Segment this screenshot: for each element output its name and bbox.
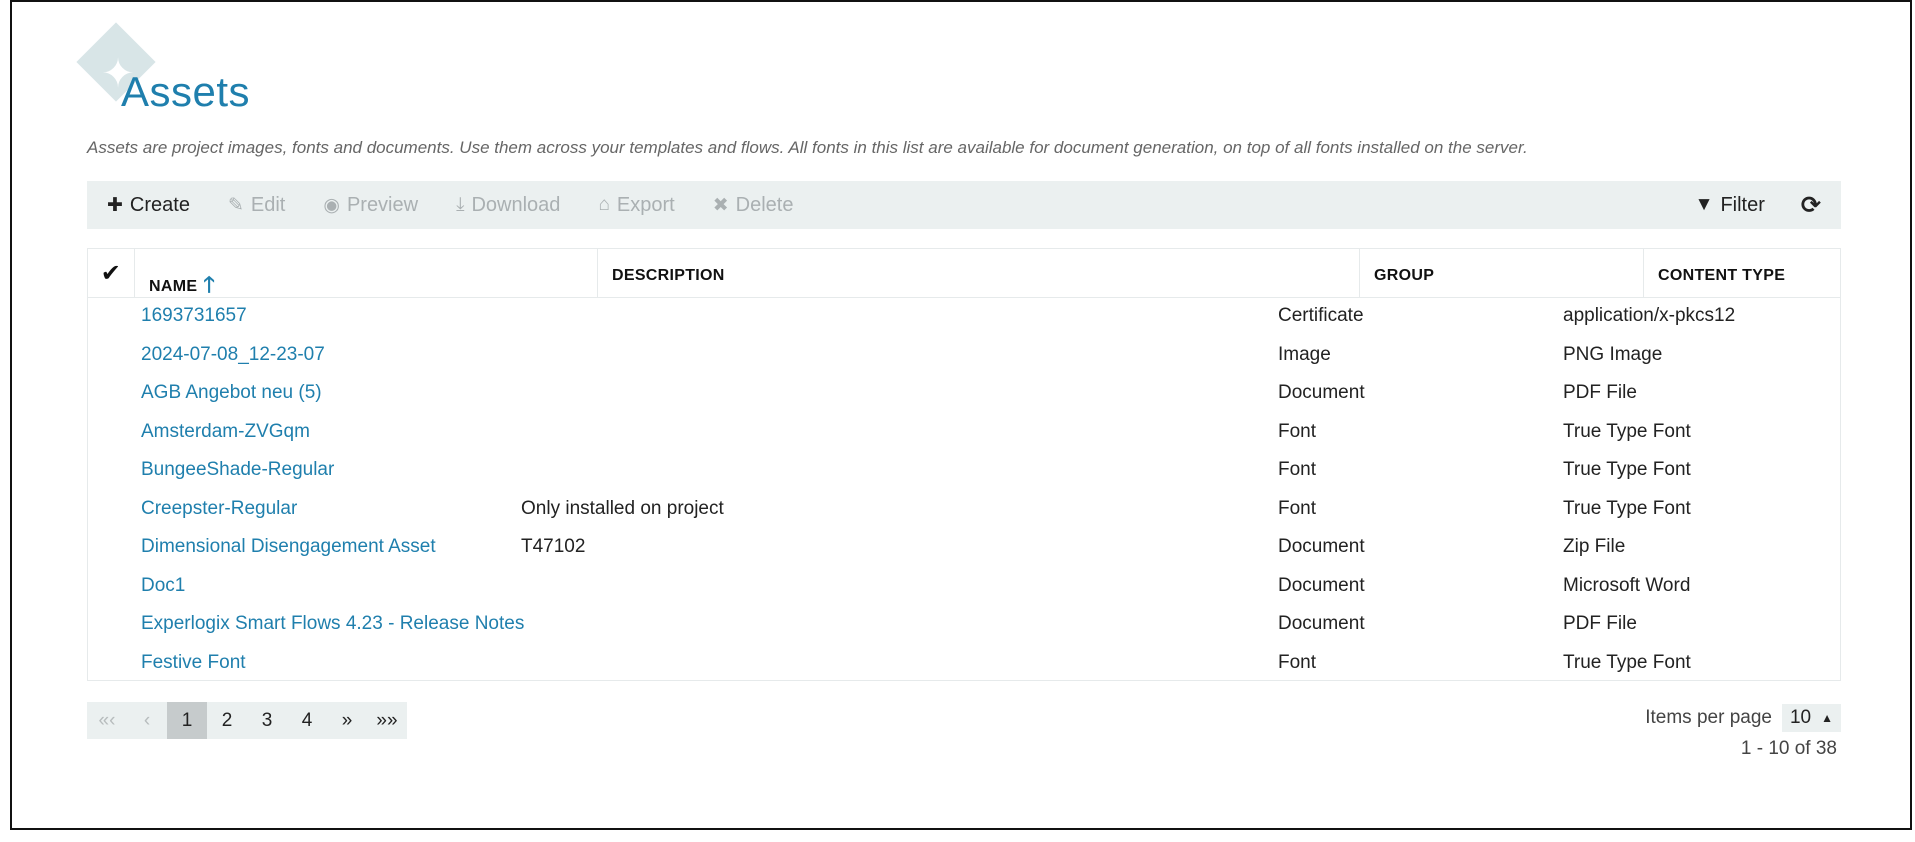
first-page-button[interactable]: «‹	[87, 702, 127, 739]
edit-label: Edit	[250, 193, 286, 216]
column-header-name[interactable]: NAME 🡑	[134, 249, 597, 297]
table-row[interactable]: Creepster-Regular Only installed on proj…	[88, 491, 1840, 530]
eye-icon: ◉	[323, 194, 340, 216]
column-header-group[interactable]: GROUP	[1359, 249, 1643, 297]
table-row[interactable]: Amsterdam-ZVGqm Font True Type Font	[88, 414, 1840, 453]
asset-group: Font	[1278, 497, 1317, 519]
edit-button[interactable]: ✎ Edit	[228, 194, 285, 217]
column-header-content-type-label: CONTENT TYPE	[1658, 267, 1786, 284]
export-label: Export	[616, 193, 675, 216]
table-row[interactable]: 1693731657 Certificate application/x-pkc…	[88, 298, 1840, 337]
asset-group: Document	[1278, 382, 1365, 403]
asset-name-link[interactable]: 1693731657	[141, 305, 596, 327]
page-description: Assets are project images, fonts and doc…	[87, 138, 1528, 157]
asset-name-link[interactable]: Doc1	[141, 575, 596, 597]
asset-group: Document	[1278, 613, 1365, 634]
page-button-2[interactable]: 2	[207, 702, 247, 739]
export-button[interactable]: ⌂ Export	[598, 194, 674, 217]
asset-content-type: PNG Image	[1563, 343, 1663, 365]
last-page-button[interactable]: »»	[367, 702, 407, 739]
asset-description: T47102	[521, 536, 586, 557]
asset-name-link[interactable]: Experlogix Smart Flows 4.23 - Release No…	[141, 613, 596, 635]
asset-content-type: PDF File	[1563, 613, 1637, 634]
preview-button[interactable]: ◉ Preview	[323, 194, 418, 217]
export-icon: ⌂	[598, 194, 610, 215]
table-header: ✔ NAME 🡑 DESCRIPTION GROUP CONTENT TYPE	[88, 249, 1840, 298]
asset-group: Image	[1278, 343, 1331, 365]
asset-description: Only installed on project	[521, 497, 724, 519]
delete-button[interactable]: ✖ Delete	[713, 194, 794, 217]
select-all-checkbox[interactable]: ✔	[88, 249, 134, 297]
caret-up-icon: ▲	[1821, 711, 1833, 725]
column-header-content-type[interactable]: CONTENT TYPE	[1643, 249, 1840, 297]
toolbar: ✚ Create ✎ Edit ◉ Preview ⤓ Download ⌂ E…	[87, 181, 1841, 229]
toolbar-right: ▼ Filter ⟳	[1695, 191, 1841, 220]
asset-content-type: Zip File	[1563, 536, 1626, 557]
asset-content-type: True Type Font	[1563, 420, 1691, 442]
asset-name-link[interactable]: AGB Angebot neu (5)	[141, 382, 596, 404]
items-per-page-select[interactable]: 10 ▲	[1781, 704, 1841, 732]
column-header-description-label: DESCRIPTION	[612, 267, 725, 284]
next-page-button[interactable]: »	[327, 702, 367, 739]
create-label: Create	[129, 193, 190, 216]
refresh-icon[interactable]: ⟳	[1801, 191, 1821, 220]
download-icon: ⤓	[456, 194, 465, 215]
create-button[interactable]: ✚ Create	[107, 194, 190, 217]
asset-content-type: PDF File	[1563, 382, 1637, 403]
table-row[interactable]: Doc1 Document Microsoft Word	[88, 568, 1840, 607]
arrow-up-icon: 🡑	[203, 272, 216, 297]
filter-label: Filter	[1720, 193, 1765, 216]
asset-group: Font	[1278, 459, 1317, 480]
column-header-description[interactable]: DESCRIPTION	[597, 249, 1359, 297]
asset-content-type: True Type Font	[1563, 459, 1691, 480]
page-button-3[interactable]: 3	[247, 702, 287, 739]
plus-icon: ✚	[107, 194, 123, 216]
delete-label: Delete	[735, 193, 794, 216]
asset-group: Font	[1278, 651, 1317, 673]
funnel-icon: ▼	[1694, 194, 1714, 215]
download-label: Download	[471, 193, 561, 216]
page-button-1[interactable]: 1	[167, 702, 207, 739]
page-button-4[interactable]: 4	[287, 702, 327, 739]
asset-group: Font	[1278, 420, 1317, 442]
asset-content-type: True Type Font	[1563, 651, 1691, 673]
preview-label: Preview	[346, 193, 419, 216]
table-row[interactable]: Dimensional Disengagement Asset T47102 D…	[88, 529, 1840, 568]
asset-content-type: Microsoft Word	[1563, 574, 1691, 596]
asset-group: Document	[1278, 536, 1365, 557]
previous-page-button[interactable]: ‹	[127, 702, 167, 739]
download-button[interactable]: ⤓ Download	[456, 194, 560, 217]
items-per-page-value: 10	[1789, 707, 1812, 728]
asset-group: Certificate	[1278, 305, 1364, 326]
table-row[interactable]: BungeeShade-Regular Font True Type Font	[88, 452, 1840, 491]
asset-name-link[interactable]: Festive Font	[141, 652, 596, 674]
column-header-name-label: NAME	[149, 278, 198, 295]
asset-content-type: application/x-pkcs12	[1563, 305, 1736, 326]
pencil-icon: ✎	[227, 194, 244, 216]
assets-table: ✔ NAME 🡑 DESCRIPTION GROUP CONTENT TYPE 1…	[87, 248, 1841, 681]
table-row[interactable]: 2024-07-08_12-23-07 Image PNG Image	[88, 337, 1840, 376]
items-per-page-label: Items per page	[1645, 707, 1772, 728]
asset-name-link[interactable]: Amsterdam-ZVGqm	[141, 421, 596, 443]
column-header-group-label: GROUP	[1374, 267, 1435, 284]
filter-button[interactable]: ▼ Filter	[1695, 194, 1765, 217]
table-row[interactable]: AGB Angebot neu (5) Document PDF File	[88, 375, 1840, 414]
asset-name-link[interactable]: 2024-07-08_12-23-07	[141, 344, 596, 366]
asset-group: Document	[1278, 574, 1365, 596]
page-title: Assets	[121, 68, 251, 115]
table-row[interactable]: Experlogix Smart Flows 4.23 - Release No…	[88, 606, 1840, 645]
x-icon: ✖	[712, 194, 729, 216]
pagination: «‹ ‹ 1 2 3 4 » »»	[87, 702, 407, 739]
checkmark-icon: ✔	[100, 260, 122, 287]
items-per-page: Items per page 10 ▲	[1645, 704, 1841, 732]
asset-name-link[interactable]: BungeeShade-Regular	[141, 459, 596, 481]
table-row[interactable]: Festive Font Font True Type Font	[88, 645, 1840, 684]
pagination-range: 1 - 10 of 38	[1740, 738, 1837, 759]
asset-content-type: True Type Font	[1563, 497, 1691, 519]
